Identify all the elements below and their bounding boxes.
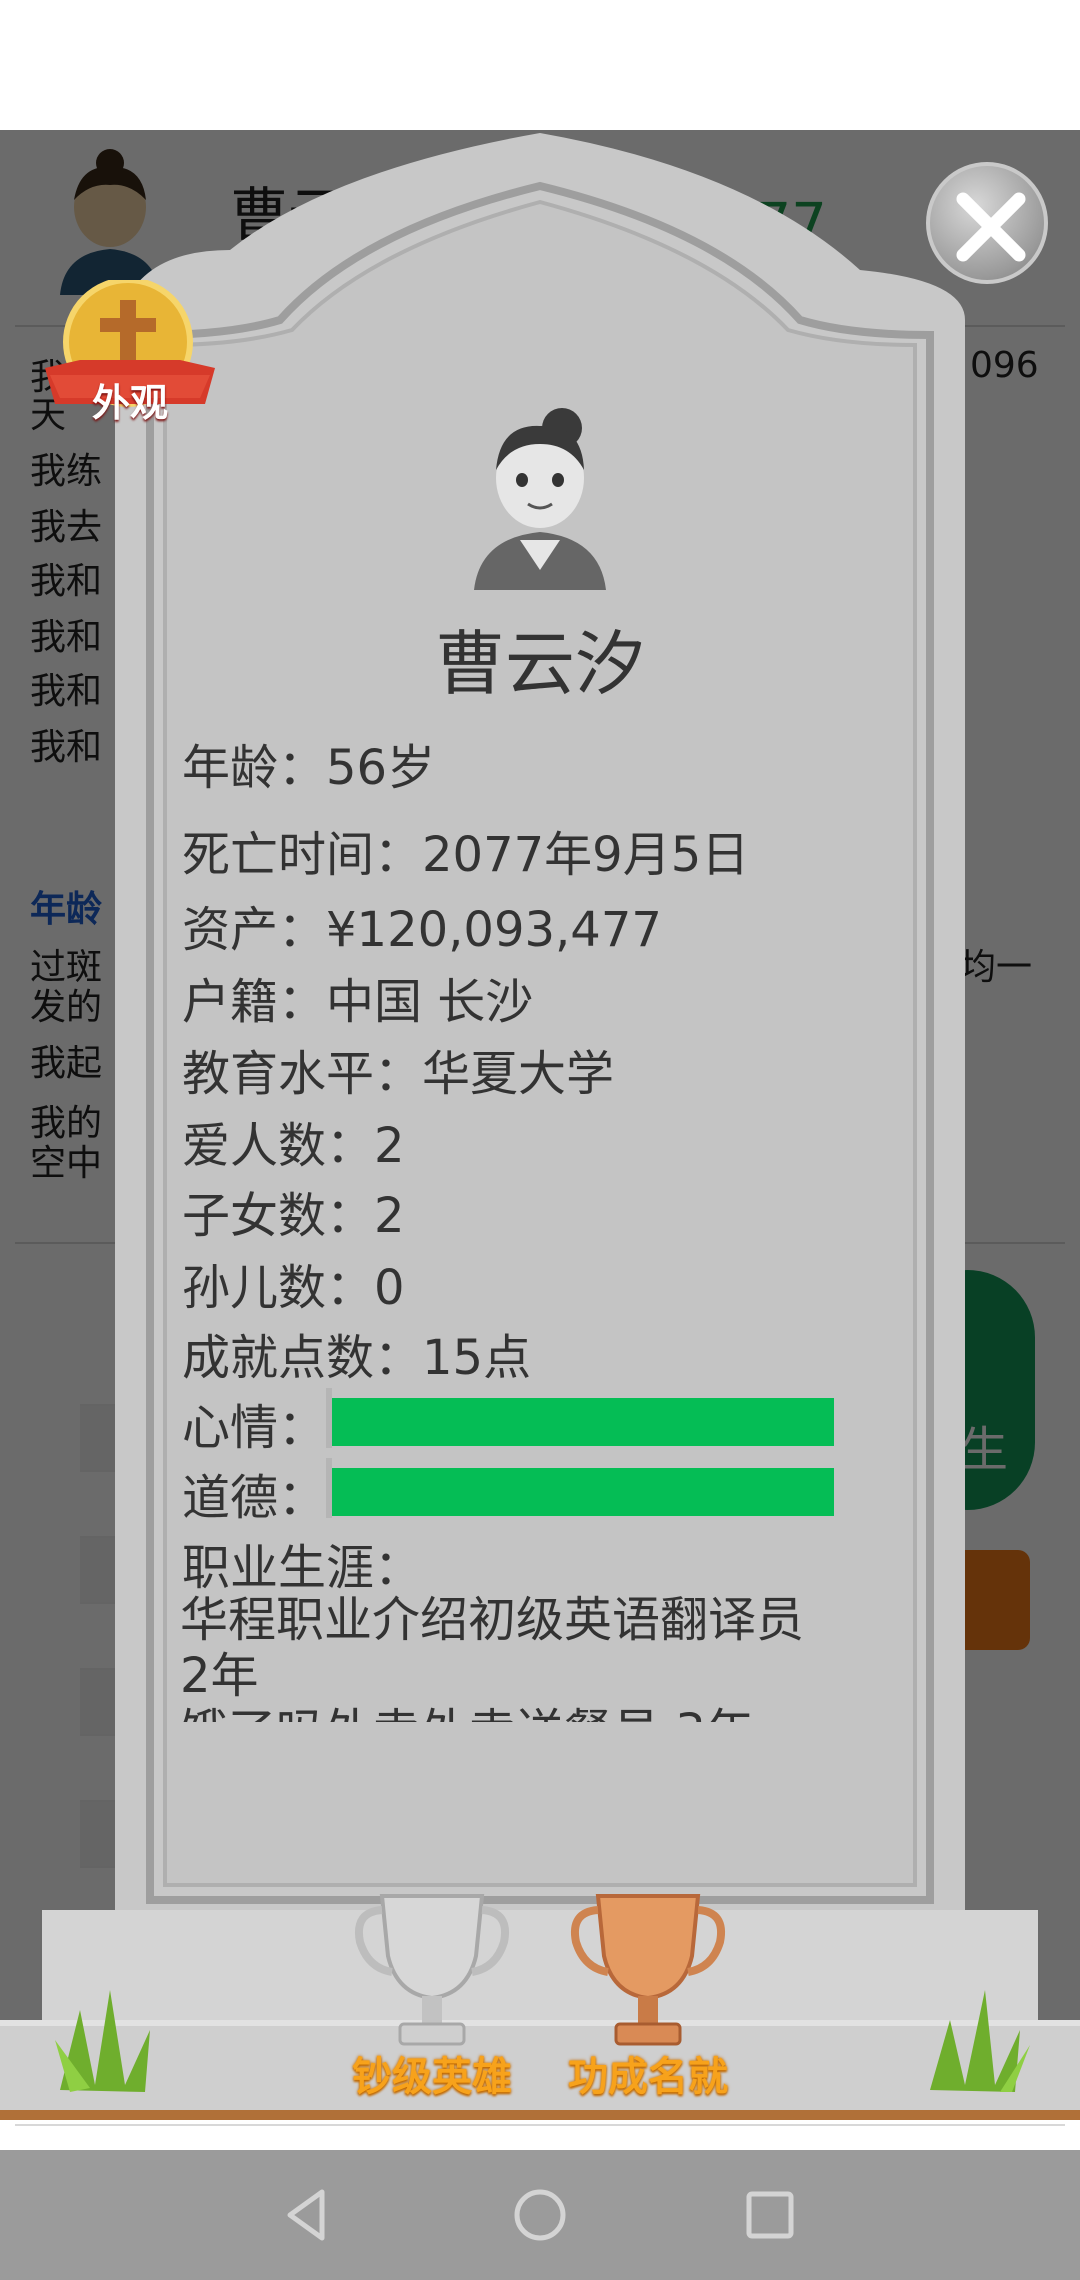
lovers-field: 爱人数：2 [182, 1118, 405, 1174]
education-field: 教育水平：华夏大学 [182, 1046, 615, 1102]
deceased-portrait [474, 408, 606, 590]
assets-field: 资产：¥120,093,477 [182, 902, 662, 958]
career-label: 职业生涯： [182, 1540, 423, 1596]
close-icon [956, 192, 1026, 262]
mood-bar [332, 1398, 834, 1446]
bottom-strip [0, 2120, 1080, 2150]
silver-trophy-icon[interactable] [352, 1886, 512, 2056]
skin-badge[interactable]: 外观 [40, 277, 220, 440]
career-entry-duration: 2年 [180, 1648, 259, 1704]
system-nav-bar [0, 2150, 1080, 2280]
morality-label: 道德： [182, 1470, 327, 1526]
hukou-field: 户籍：中国 长沙 [182, 974, 534, 1030]
close-button[interactable] [926, 162, 1048, 284]
deceased-name: 曹云汐 [435, 623, 645, 705]
skin-label: 外观 [91, 381, 168, 425]
trophy-label: 钞级英雄 [352, 2054, 512, 2100]
recents-icon[interactable] [735, 2180, 805, 2250]
trophy-label: 功成名就 [568, 2054, 728, 2100]
career-entry: 饿了吗外卖外卖送餐员 3年 [180, 1704, 860, 1722]
bronze-trophy-icon[interactable] [568, 1886, 728, 2056]
morality-bar [332, 1468, 834, 1516]
achievement-points-field: 成就点数：15点 [182, 1330, 532, 1386]
career-scroll-area[interactable]: 华程职业介绍初级英语翻译员 2年 饿了吗外卖外卖送餐员 3年 [180, 1592, 860, 1722]
children-field: 子女数：2 [182, 1188, 405, 1244]
grandchildren-field: 孙儿数：0 [182, 1260, 405, 1316]
career-entry: 华程职业介绍初级英语翻译员 [180, 1592, 805, 1648]
tombstone-dialog: 外观 曹云汐 年龄：56岁 死亡时间：2077年9月5日 资产：¥120,093… [0, 130, 1080, 2150]
home-icon[interactable] [505, 2180, 575, 2250]
death-time-field: 死亡时间：2077年9月5日 [182, 827, 750, 883]
mood-label: 心情： [182, 1400, 327, 1456]
age-field: 年龄：56岁 [182, 740, 436, 796]
back-icon[interactable] [272, 2180, 342, 2250]
